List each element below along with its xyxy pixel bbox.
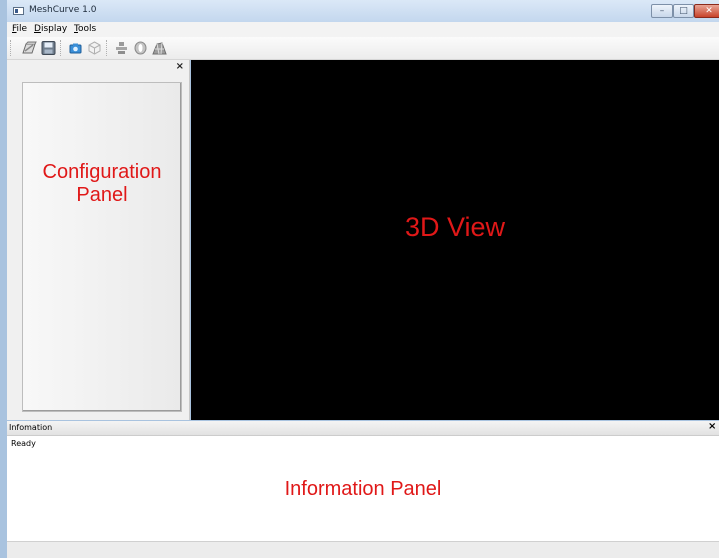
information-panel-label: Information Panel (284, 478, 442, 500)
configuration-panel-label: Configuration Panel (42, 161, 162, 206)
information-dock-title: Infomation (9, 423, 53, 432)
save-disk-icon[interactable] (40, 40, 57, 56)
mesh-icon[interactable] (151, 40, 168, 56)
maximize-button[interactable]: □ (673, 4, 694, 18)
menu-tools[interactable]: Tools (74, 24, 96, 34)
stack-icon[interactable] (113, 40, 130, 56)
window-title: MeshCurve 1.0 (29, 5, 97, 15)
toolbar (7, 37, 719, 60)
3d-view-label: 3D View (404, 212, 506, 242)
menu-bar: File Display Tools (7, 22, 719, 38)
3d-viewport[interactable]: 3D View (191, 60, 719, 420)
app-window: MeshCurve 1.0 – □ ✕ File Display Tools ×… (7, 0, 719, 558)
camera-icon[interactable] (67, 40, 84, 56)
status-text: Ready (11, 439, 36, 448)
menu-file[interactable]: File (12, 24, 27, 34)
app-icon (13, 7, 24, 15)
information-panel[interactable]: Ready Information Panel (7, 436, 719, 541)
toolbar-separator (60, 40, 63, 56)
info-dock-close-icon[interactable]: × (708, 421, 716, 432)
status-bar (7, 541, 719, 558)
configuration-dock: × Configuration Panel (7, 60, 190, 420)
open-folder-icon[interactable] (21, 40, 38, 56)
menu-display[interactable]: Display (34, 24, 67, 34)
toolbar-grip[interactable] (10, 40, 13, 56)
title-bar[interactable]: MeshCurve 1.0 – □ ✕ (7, 0, 719, 22)
slice-icon[interactable] (132, 40, 149, 56)
information-dock-header[interactable]: Infomation × (7, 421, 719, 436)
config-dock-close-icon[interactable]: × (176, 61, 184, 72)
cube-icon[interactable] (86, 40, 103, 56)
minimize-button[interactable]: – (651, 4, 673, 18)
configuration-panel: Configuration Panel (22, 82, 182, 412)
close-button[interactable]: ✕ (694, 4, 719, 18)
toolbar-separator (106, 40, 109, 56)
